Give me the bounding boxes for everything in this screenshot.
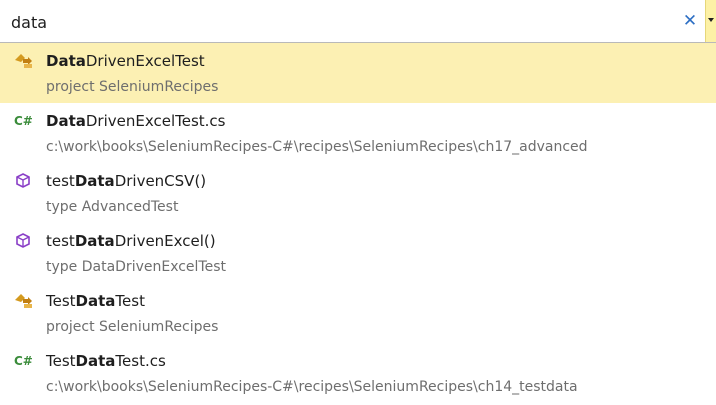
results-list: DataDrivenExcelTest project SeleniumReci… <box>0 43 716 403</box>
result-item[interactable]: TestDataTest project SeleniumRecipes <box>0 283 716 343</box>
dropdown-button[interactable] <box>705 0 716 42</box>
result-title: TestDataTest <box>46 292 145 310</box>
csharp-file-icon: C# <box>14 354 33 368</box>
result-title: DataDrivenExcelTest <box>46 52 205 70</box>
result-item[interactable]: C# DataDrivenExcelTest.cs c:\work\books\… <box>0 103 716 163</box>
result-title: testDataDrivenExcel() <box>46 232 216 250</box>
search-input[interactable] <box>11 11 661 33</box>
result-subtitle: type DataDrivenExcelTest <box>46 259 227 275</box>
result-item[interactable]: C# TestDataTest.cs c:\work\books\Seleniu… <box>0 343 716 403</box>
result-subtitle: project SeleniumRecipes <box>46 79 219 95</box>
result-title: TestDataTest.cs <box>46 352 166 370</box>
result-subtitle: c:\work\books\SeleniumRecipes-C#\recipes… <box>46 379 578 395</box>
project-icon <box>14 292 36 310</box>
csharp-file-icon: C# <box>14 114 33 128</box>
search-bar: ✕ <box>0 0 716 43</box>
method-icon <box>14 232 36 250</box>
result-item[interactable]: DataDrivenExcelTest project SeleniumReci… <box>0 43 716 103</box>
result-subtitle: project SeleniumRecipes <box>46 319 219 335</box>
result-subtitle: c:\work\books\SeleniumRecipes-C#\recipes… <box>46 139 588 155</box>
close-icon[interactable]: ✕ <box>680 10 700 32</box>
result-subtitle: type AdvancedTest <box>46 199 179 215</box>
result-title: DataDrivenExcelTest.cs <box>46 112 226 130</box>
method-icon <box>14 172 36 190</box>
chevron-down-icon <box>708 18 714 22</box>
result-item[interactable]: testDataDrivenCSV() type AdvancedTest <box>0 163 716 223</box>
result-item[interactable]: testDataDrivenExcel() type DataDrivenExc… <box>0 223 716 283</box>
result-title: testDataDrivenCSV() <box>46 172 207 190</box>
project-icon <box>14 52 36 70</box>
